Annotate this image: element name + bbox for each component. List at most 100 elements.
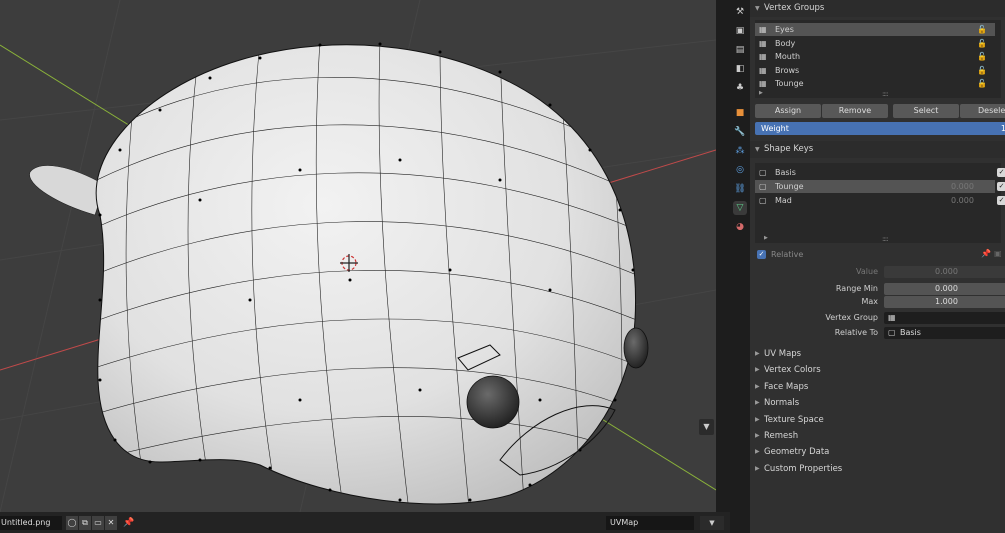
panel-title: Shape Keys [764,144,814,154]
material-tab-icon[interactable]: ◕ [733,220,747,234]
panel-title: Vertex Colors [764,365,821,375]
panel-expand-icon: ▼ [755,5,760,12]
duplicate-image-icon[interactable]: ⧉ [79,516,91,530]
shape-key-icon: ▢ [759,168,767,177]
side-fin [29,165,106,216]
relative-checkbox[interactable]: ✓ [757,250,766,259]
vertex-group-icon: ▦ [759,39,767,48]
shape-key-checkbox[interactable]: ✓ [997,196,1005,205]
3d-viewport[interactable]: ▼ [0,0,716,512]
list-item[interactable]: ▦ Tounge 🔓 [755,77,995,90]
lock-icon[interactable]: 🔓 [977,77,987,90]
shape-key-list: ▢ Basis ✓ ▢ Tounge 0.000 ✓ ▢ Mad 0.000 ✓… [755,163,1005,243]
shape-key-checkbox[interactable]: ✓ [997,182,1005,191]
edit-mode-icon[interactable]: ▣ [994,249,1005,260]
scene-tab-icon[interactable]: ♣ [733,81,747,95]
list-item-label: Tounge [775,182,804,191]
image-name-field[interactable]: Untitled.png [0,516,62,530]
select-button[interactable]: Select [893,104,959,118]
max-field[interactable]: 1.000 [884,296,1005,308]
texture-space-panel[interactable]: ▶ Texture Space [750,412,1005,428]
panel-collapsed-icon: ▶ [755,366,760,373]
panel-title: Custom Properties [764,464,843,474]
close-image-icon[interactable]: ✕ [105,516,117,530]
render-tab-icon[interactable]: ▣ [733,24,747,38]
range-min-field[interactable]: 0.000 [884,283,1005,295]
lock-icon[interactable]: 🔓 [977,23,987,36]
list-item[interactable]: ▦ Body 🔓 [755,37,995,50]
output-tab-icon[interactable]: ▤ [733,43,747,57]
vertex-group-icon: ▦ [759,79,767,88]
shape-key-checkbox[interactable]: ✓ [997,168,1005,177]
pin-shape-icon[interactable]: 📌 [981,249,992,260]
shape-keys-header[interactable]: ▼ Shape Keys [750,141,1005,158]
chevron-down-icon[interactable]: ▼ [700,516,724,530]
open-image-icon[interactable]: ▭ [92,516,104,530]
panel-collapsed-icon: ▶ [755,448,760,455]
panel-collapsed-icon: ▶ [755,465,760,472]
remove-button[interactable]: Remove [822,104,888,118]
range-min-label: Range Min [835,284,878,293]
panel-collapsed-icon: ▶ [755,399,760,406]
vertex-group-field[interactable]: ▦ [884,312,1005,324]
max-label: Max [861,297,878,306]
data-tab-icon[interactable]: ▽ [733,201,747,215]
panel-title: Remesh [764,431,799,441]
modifiers-tab-icon[interactable]: 🔧 [733,125,747,139]
physics-tab-icon[interactable]: ◎ [733,163,747,177]
constraints-tab-icon[interactable]: ⛓ [733,182,747,196]
weight-label: Weight [761,124,789,133]
vertex-group-icon: ▦ [759,66,767,75]
panel-title: Geometry Data [764,447,830,457]
list-item[interactable]: ▢ Tounge 0.000 ✓ [755,180,1005,193]
shape-key-value[interactable]: 0.000 [951,194,974,207]
list-resize-grip[interactable]: :::: [882,90,889,98]
list-resize-grip[interactable]: :::: [882,235,889,243]
mesh-view [0,0,716,512]
fake-user-icon[interactable]: ◯ [66,516,78,530]
assign-button[interactable]: Assign [755,104,821,118]
pin-icon[interactable]: 📌 [123,516,135,530]
properties-tabs: ⚒ ▣ ▤ ◧ ♣ ■ 🔧 ⁂ ◎ ⛓ ▽ ◕ [730,0,750,533]
list-item[interactable]: ▦ Brows 🔓 [755,64,995,77]
viewport-toggle-button[interactable]: ▼ [699,419,714,435]
object-tab-icon[interactable]: ■ [733,106,747,120]
panel-collapsed-icon: ▶ [755,432,760,439]
custom-properties-panel[interactable]: ▶ Custom Properties [750,461,1005,477]
vertex-colors-panel[interactable]: ▶ Vertex Colors [750,362,1005,378]
list-item-label: Eyes [775,25,794,34]
uv-maps-panel[interactable]: ▶ UV Maps [750,346,1005,362]
face-maps-panel[interactable]: ▶ Face Maps [750,379,1005,395]
relative-to-label: Relative To [834,328,878,337]
list-item[interactable]: ▦ Mouth 🔓 [755,50,995,63]
weight-slider[interactable]: Weight 1 [755,122,1005,135]
list-expand-icon[interactable]: ▶ [764,235,768,241]
particles-tab-icon[interactable]: ⁂ [733,144,747,158]
remesh-panel[interactable]: ▶ Remesh [750,428,1005,444]
list-item-label: Brows [775,66,800,75]
uvmap-selector[interactable]: UVMap [606,516,694,530]
list-item[interactable]: ▢ Mad 0.000 ✓ [755,194,1005,207]
area-divider[interactable] [716,0,730,512]
relative-to-field[interactable]: ▢ Basis [884,327,1005,339]
tool-tab-icon[interactable]: ⚒ [733,5,747,19]
deselect-button[interactable]: Deselect [960,104,1005,118]
list-expand-icon[interactable]: ▶ [759,90,763,96]
list-item-label: Mad [775,196,792,205]
value-field[interactable]: 0.000 [884,266,1005,278]
panel-title: Texture Space [764,415,824,425]
shape-key-icon: ▢ [759,196,767,205]
normals-panel[interactable]: ▶ Normals [750,395,1005,411]
vertex-group-icon: ▦ [759,25,767,34]
lock-icon[interactable]: 🔓 [977,64,987,77]
vertex-group-list: ▦ Eyes 🔓 ▦ Body 🔓 ▦ Mouth 🔓 ▦ Brows 🔓 ▦ … [755,20,1001,98]
properties-panel: ▼ Vertex Groups ▦ Eyes 🔓 ▦ Body 🔓 ▦ Mout… [750,0,1005,533]
view-layer-tab-icon[interactable]: ◧ [733,62,747,76]
vertex-groups-header[interactable]: ▼ Vertex Groups [750,0,1005,17]
shape-key-value[interactable]: 0.000 [951,180,974,193]
lock-icon[interactable]: 🔓 [977,50,987,63]
geometry-data-panel[interactable]: ▶ Geometry Data [750,444,1005,460]
lock-icon[interactable]: 🔓 [977,37,987,50]
list-item[interactable]: ▦ Eyes 🔓 [755,23,995,36]
list-item[interactable]: ▢ Basis ✓ [755,166,1005,179]
